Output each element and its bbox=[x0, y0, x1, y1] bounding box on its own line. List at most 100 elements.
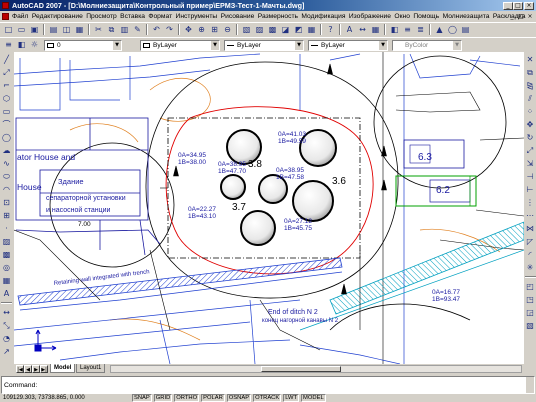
mast-marker[interactable] bbox=[327, 63, 333, 75]
horizontal-scrollbar[interactable] bbox=[110, 365, 522, 373]
menu-window[interactable]: Окно bbox=[394, 11, 410, 22]
protection-zone-icon[interactable]: ◯ bbox=[447, 24, 458, 35]
next-tab-icon[interactable]: ▶ bbox=[32, 365, 40, 373]
lightning-mast-icon[interactable]: ▲ bbox=[434, 24, 445, 35]
zoom-realtime-icon[interactable]: ⊕ bbox=[196, 24, 207, 35]
mast-marker[interactable] bbox=[381, 179, 387, 191]
new-icon[interactable]: □ bbox=[3, 24, 14, 35]
command-scrollbar[interactable] bbox=[526, 377, 534, 393]
chevron-down-icon[interactable]: ▼ bbox=[453, 41, 461, 50]
hatch-icon[interactable]: ▨ bbox=[1, 236, 12, 247]
mast-marker[interactable] bbox=[341, 283, 347, 295]
prev-tab-icon[interactable]: ◀ bbox=[24, 365, 32, 373]
chevron-down-icon[interactable]: ▼ bbox=[113, 41, 121, 50]
spline-icon[interactable]: ∿ bbox=[1, 158, 12, 169]
dimension-radius-icon[interactable]: ◔ bbox=[1, 333, 12, 344]
arc-icon[interactable]: ⌒ bbox=[1, 119, 12, 130]
save-icon[interactable]: ▣ bbox=[29, 24, 40, 35]
grid-toggle[interactable]: GRID bbox=[153, 394, 173, 402]
ellipse-arc-icon[interactable]: ◠ bbox=[1, 184, 12, 195]
mirror-icon[interactable]: ⧎ bbox=[525, 80, 536, 91]
maximize-button[interactable]: □ bbox=[513, 1, 523, 10]
hatch-edit-icon[interactable]: ▧ bbox=[525, 320, 536, 331]
break-icon[interactable]: ⋯ bbox=[525, 210, 536, 221]
scrollbar-thumb[interactable] bbox=[261, 366, 341, 372]
join-icon[interactable]: ⋈ bbox=[525, 223, 536, 234]
multiline-text-icon[interactable]: A bbox=[1, 288, 12, 299]
insert-block-icon[interactable]: ⊡ bbox=[1, 197, 12, 208]
line-icon[interactable]: ╱ bbox=[1, 54, 12, 65]
mast-marker[interactable] bbox=[381, 145, 387, 157]
trim-icon[interactable]: ⊣ bbox=[525, 171, 536, 182]
autocad-app-icon[interactable] bbox=[2, 2, 9, 9]
minimize-button[interactable]: _ bbox=[503, 1, 513, 10]
revision-cloud-icon[interactable]: ☁ bbox=[1, 145, 12, 156]
lwt-toggle[interactable]: LWT bbox=[283, 394, 300, 402]
osnap-toggle[interactable]: OSNAP bbox=[226, 394, 252, 402]
table-icon[interactable]: ▦ bbox=[1, 275, 12, 286]
properties-icon[interactable]: ▧ bbox=[241, 24, 252, 35]
cut-icon[interactable]: ✂ bbox=[93, 24, 104, 35]
chamfer-icon[interactable]: ◸ bbox=[525, 236, 536, 247]
doc-close-button[interactable]: × bbox=[526, 13, 534, 20]
layer-dropdown[interactable]: 0 ▼ bbox=[44, 40, 122, 51]
fillet-icon[interactable]: ◜ bbox=[525, 249, 536, 260]
doc-minimize-button[interactable]: _ bbox=[508, 13, 516, 20]
tank-4[interactable] bbox=[220, 174, 246, 200]
plot-preview-icon[interactable]: ◫ bbox=[61, 24, 72, 35]
layer-previous-icon[interactable]: ≣ bbox=[415, 24, 426, 35]
linetype-dropdown[interactable]: ByLayer ▼ bbox=[224, 40, 304, 51]
explode-icon[interactable]: ✳ bbox=[525, 262, 536, 273]
dim-style-icon[interactable]: ↔ bbox=[357, 24, 368, 35]
move-icon[interactable]: ✥ bbox=[525, 119, 536, 130]
stretch-icon[interactable]: ⇲ bbox=[525, 158, 536, 169]
drawing-canvas[interactable]: ator House and House Здание сепараторной… bbox=[14, 52, 524, 364]
menu-help[interactable]: Помощь bbox=[413, 11, 439, 22]
rectangle-icon[interactable]: ▭ bbox=[1, 106, 12, 117]
zoom-window-icon[interactable]: ⊞ bbox=[209, 24, 220, 35]
model-toggle[interactable]: MODEL bbox=[301, 394, 326, 402]
publish-icon[interactable]: ▦ bbox=[74, 24, 85, 35]
ellipse-icon[interactable]: ⬭ bbox=[1, 171, 12, 182]
leader-icon[interactable]: ↗ bbox=[1, 346, 12, 357]
rotate-icon[interactable]: ↻ bbox=[525, 132, 536, 143]
menu-draw[interactable]: Рисование bbox=[221, 11, 255, 22]
ortho-toggle[interactable]: ORTHO bbox=[174, 394, 200, 402]
tab-model[interactable]: Model bbox=[50, 364, 76, 373]
gradient-icon[interactable]: ▩ bbox=[1, 249, 12, 260]
point-icon[interactable]: · bbox=[1, 223, 12, 234]
workspace-icon[interactable]: ◧ bbox=[389, 24, 400, 35]
construction-line-icon[interactable]: ⤢ bbox=[1, 67, 12, 78]
scale-icon[interactable]: ⤢ bbox=[525, 145, 536, 156]
chevron-down-icon[interactable]: ▼ bbox=[379, 41, 387, 50]
text-style-icon[interactable]: A bbox=[344, 24, 355, 35]
menu-format[interactable]: Формат bbox=[148, 11, 172, 22]
markup-icon[interactable]: ◩ bbox=[293, 24, 304, 35]
erase-icon[interactable]: ✕ bbox=[525, 54, 536, 65]
menu-image[interactable]: Изображение bbox=[349, 11, 391, 22]
help-icon[interactable]: ? bbox=[325, 24, 336, 35]
menu-insert[interactable]: Вставка bbox=[120, 11, 145, 22]
array-icon[interactable]: ⁘ bbox=[525, 106, 536, 117]
last-tab-icon[interactable]: ▶| bbox=[40, 365, 48, 373]
paste-icon[interactable]: ▥ bbox=[119, 24, 130, 35]
table-style-icon[interactable]: ▦ bbox=[370, 24, 381, 35]
plotstyle-dropdown[interactable]: ByColor ▼ bbox=[392, 40, 462, 51]
layer-state-icon[interactable]: ◧ bbox=[16, 39, 27, 50]
chevron-down-icon[interactable]: ▼ bbox=[295, 41, 303, 50]
menu-lightning-protection[interactable]: Молниезащита bbox=[443, 11, 490, 22]
region-icon[interactable]: ◎ bbox=[1, 262, 12, 273]
dimension-aligned-icon[interactable]: ⤡ bbox=[1, 320, 12, 331]
command-line[interactable]: Command: bbox=[1, 376, 535, 394]
calculator-icon[interactable]: ▦ bbox=[306, 24, 317, 35]
send-back-icon[interactable]: ◲ bbox=[525, 307, 536, 318]
mast-marker[interactable] bbox=[173, 165, 179, 177]
close-button[interactable]: × bbox=[524, 1, 534, 10]
menu-dimension[interactable]: Размерность bbox=[258, 11, 298, 22]
make-block-icon[interactable]: ⊞ bbox=[1, 210, 12, 221]
lineweight-dropdown[interactable]: ByLayer ▼ bbox=[308, 40, 388, 51]
tank-6[interactable] bbox=[292, 180, 334, 222]
redo-icon[interactable]: ↷ bbox=[164, 24, 175, 35]
menu-tools[interactable]: Инструменты bbox=[176, 11, 218, 22]
undo-icon[interactable]: ↶ bbox=[151, 24, 162, 35]
